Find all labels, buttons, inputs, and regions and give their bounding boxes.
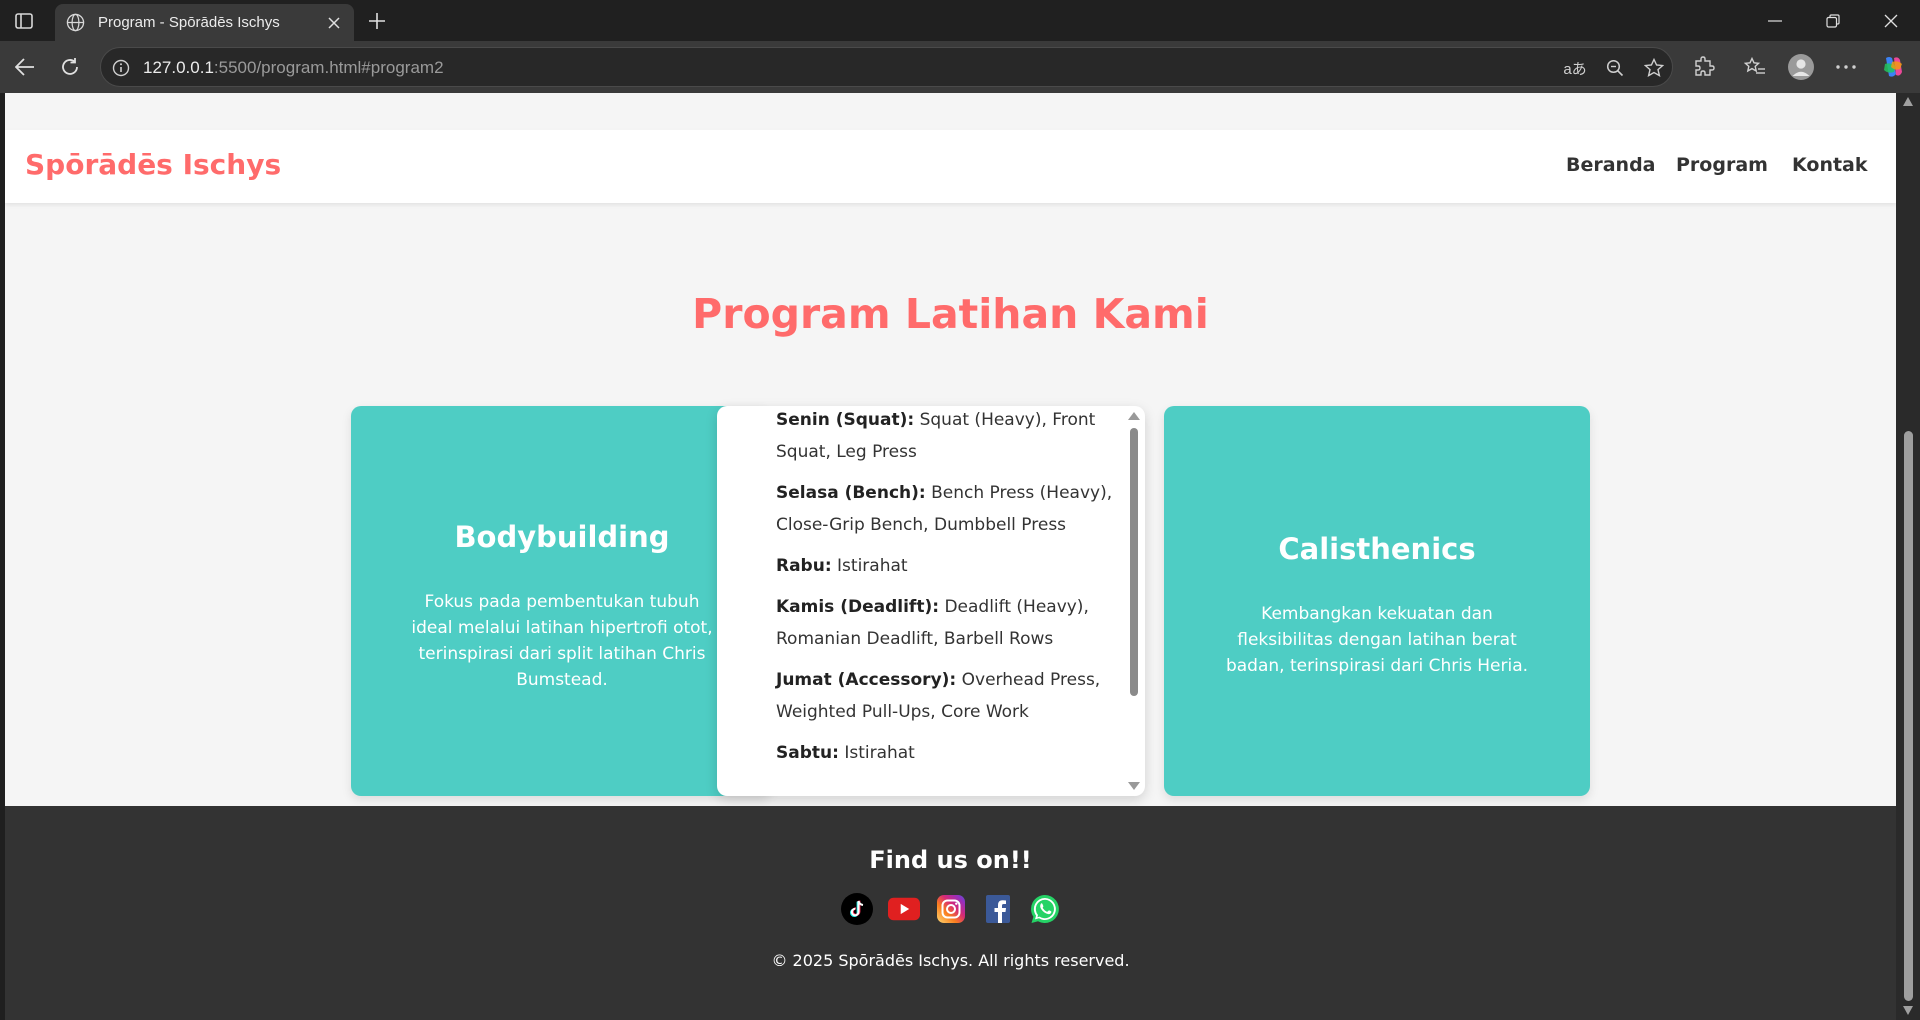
schedule-day: Kamis (Deadlift): [776,597,940,617]
schedule-day: Rabu: [776,556,832,576]
scroll-down-arrow-icon[interactable] [1128,782,1140,790]
schedule-day: Sabtu: [776,743,839,763]
address-bar[interactable]: 127.0.0.1:5500/program.html#program2 aあ [100,47,1673,87]
card-title-bodybuilding: Bodybuilding [454,520,670,554]
zoom-icon[interactable] [1603,56,1627,80]
facebook-icon[interactable] [982,893,1014,925]
more-menu-icon[interactable] [1831,52,1861,82]
nav-link-kontak[interactable]: Kontak [1792,154,1868,176]
globe-icon [66,13,86,33]
schedule-detail: Istirahat [837,556,908,576]
whatsapp-icon[interactable] [1029,893,1061,925]
page-scrollbar[interactable] [1896,93,1920,1020]
nav-link-program[interactable]: Program [1676,154,1768,176]
tiktok-icon[interactable] [840,893,873,925]
window-close-icon[interactable] [1868,6,1914,36]
page-viewport: Spōrādēs Ischys Beranda Program Kontak P… [5,93,1896,1020]
favorite-star-icon[interactable] [1642,56,1666,80]
back-arrow-icon[interactable] [10,52,40,82]
schedule-scroll-thumb[interactable] [1130,428,1138,696]
scroll-up-arrow-icon[interactable] [1128,412,1140,420]
page-title: Program Latihan Kami [692,290,1209,338]
new-tab-icon[interactable] [364,8,390,34]
footer-title: Find us on!! [869,846,1032,874]
url-text[interactable]: 127.0.0.1:5500/program.html#program2 [143,58,444,78]
reload-icon[interactable] [55,52,85,82]
schedule-panel[interactable]: Senin (Squat): Squat (Heavy), Front Squa… [717,406,1145,796]
sidebar-toggle-icon[interactable] [12,10,36,32]
site-info-icon[interactable] [110,57,132,79]
close-tab-icon[interactable] [320,9,348,37]
instagram-icon[interactable] [935,893,967,925]
schedule-day: Jumat (Accessory): [776,670,957,690]
browser-toolbar: 127.0.0.1:5500/program.html#program2 aあ [0,41,1920,93]
url-host: 127.0.0.1 [143,58,214,77]
card-desc-calisthenics: Kembangkan kekuatan dan fleksibilitas de… [1225,604,1529,676]
read-aloud-icon[interactable]: aあ [1563,56,1587,80]
schedule-item-selasa: Selasa (Bench): Bench Press (Heavy), Clo… [776,477,1116,541]
nav-link-beranda[interactable]: Beranda [1566,154,1656,176]
favorites-list-icon[interactable] [1740,52,1770,82]
copyright-text: © 2025 Spōrādēs Ischys. All rights reser… [771,951,1130,970]
schedule-item-senin: Senin (Squat): Squat (Heavy), Front Squa… [776,406,1116,468]
schedule-item-rabu: Rabu: Istirahat [776,550,1116,582]
site-header: Spōrādēs Ischys Beranda Program Kontak [5,130,1896,203]
schedule-detail: Istirahat [844,743,915,763]
schedule-item-jumat: Jumat (Accessory): Overhead Press, Weigh… [776,664,1116,728]
schedule-day: Selasa (Bench): [776,483,926,503]
tab-title: Program - Spōrādēs Ischys [98,14,280,31]
card-title-calisthenics: Calisthenics [1278,532,1476,566]
copilot-icon[interactable] [1878,52,1908,82]
browser-tab-bar: Program - Spōrādēs Ischys [0,0,1920,41]
site-logo[interactable]: Spōrādēs Ischys [25,148,281,181]
url-path: :5500/program.html#program2 [213,58,444,77]
bodybuilding-card[interactable]: Bodybuilding Fokus pada pembentukan tubu… [351,406,771,796]
page-scroll-thumb[interactable] [1904,431,1913,1001]
profile-avatar-icon[interactable] [1786,52,1816,82]
calisthenics-card[interactable]: Calisthenics Kembangkan kekuatan dan fle… [1164,406,1590,796]
restore-icon[interactable] [1810,6,1856,36]
schedule-day: Senin (Squat): [776,410,915,430]
schedule-item-kamis: Kamis (Deadlift): Deadlift (Heavy), Roma… [776,591,1116,655]
schedule-item-sabtu: Sabtu: Istirahat [776,737,1116,769]
card-desc-bodybuilding: Fokus pada pembentukan tubuh ideal melal… [411,592,713,690]
minimize-icon[interactable] [1752,6,1798,36]
browser-tab-active[interactable]: Program - Spōrādēs Ischys [55,4,354,41]
extensions-icon[interactable] [1689,52,1719,82]
site-footer: Find us on!! © 2025 Spōrādēs Ischys. All… [5,806,1896,1020]
schedule-list: Senin (Squat): Squat (Heavy), Front Squa… [776,406,1116,778]
social-links [5,893,1896,927]
youtube-icon[interactable] [887,893,920,925]
page-scroll-up-icon[interactable] [1903,97,1913,106]
schedule-scrollbar[interactable] [1125,406,1141,796]
page-scroll-down-icon[interactable] [1903,1006,1913,1015]
